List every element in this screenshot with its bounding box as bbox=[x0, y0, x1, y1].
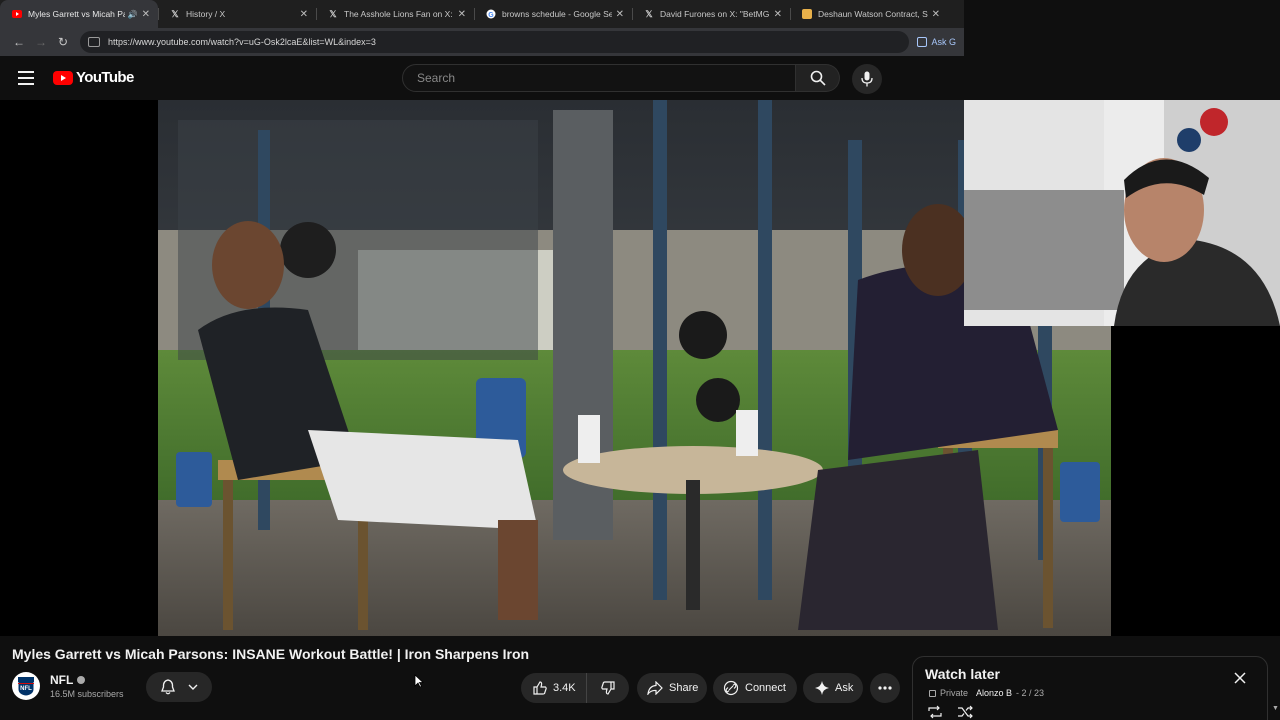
close-icon bbox=[1234, 672, 1246, 684]
channel-avatar[interactable]: NFL bbox=[12, 672, 40, 700]
reload-icon[interactable]: ↻ bbox=[52, 31, 74, 53]
browser-tab-youtube[interactable]: Myles Garrett vs Micah Par 🔊 ✕ bbox=[0, 0, 158, 28]
youtube-wordmark: YouTube bbox=[76, 69, 134, 86]
url-text: https://www.youtube.com/watch?v=uG-Osk2l… bbox=[108, 37, 376, 47]
close-tab-icon[interactable]: ✕ bbox=[142, 9, 150, 20]
close-tab-icon[interactable]: ✕ bbox=[774, 9, 782, 20]
playlist-meta: Private Alonzo B - 2 / 23 bbox=[929, 688, 1044, 698]
nfl-logo-icon: NFL bbox=[17, 676, 35, 697]
like-button[interactable]: 3.4K bbox=[521, 673, 587, 703]
x-icon: 𝕏 bbox=[645, 8, 653, 19]
site-info-icon[interactable] bbox=[88, 37, 100, 47]
browser-tab-history[interactable]: 𝕏 History / X ✕ bbox=[158, 0, 316, 28]
loop-icon[interactable] bbox=[927, 705, 943, 719]
address-bar[interactable]: https://www.youtube.com/watch?v=uG-Osk2l… bbox=[80, 31, 910, 53]
bell-icon bbox=[160, 679, 175, 695]
connect-label: Connect bbox=[745, 682, 786, 694]
browser-tab-david-furones[interactable]: 𝕏 David Furones on X: "BetMGM ✕ bbox=[632, 0, 790, 28]
gemini-icon bbox=[917, 37, 928, 47]
search-input[interactable]: Search bbox=[402, 64, 796, 92]
tab-title: History / X bbox=[186, 9, 226, 19]
youtube-play-icon bbox=[53, 70, 73, 85]
playlist-privacy: Private bbox=[940, 688, 969, 698]
thumbs-up-icon bbox=[533, 681, 547, 695]
connect-button[interactable]: Connect bbox=[713, 673, 797, 703]
back-icon[interactable]: ← bbox=[8, 31, 30, 53]
webcam-image bbox=[964, 100, 1280, 326]
ask-gemini-button[interactable]: Ask G bbox=[917, 32, 956, 52]
chevron-down-icon bbox=[188, 684, 197, 690]
x-icon: 𝕏 bbox=[329, 8, 337, 19]
channel-name[interactable]: NFL bbox=[50, 673, 73, 687]
playlist-position: - 2 / 23 bbox=[1016, 688, 1045, 698]
youtube-header: YouTube Search bbox=[0, 56, 964, 100]
shuffle-icon[interactable] bbox=[957, 705, 973, 719]
verified-icon bbox=[77, 676, 86, 684]
video-player[interactable] bbox=[0, 100, 1280, 636]
ask-label: Ask bbox=[835, 682, 854, 694]
menu-icon[interactable] bbox=[18, 71, 34, 85]
search-button[interactable] bbox=[796, 64, 840, 92]
notification-bell-button[interactable] bbox=[146, 672, 212, 702]
page-scrollbar[interactable]: ▼ bbox=[1270, 636, 1280, 720]
playlist-title[interactable]: Watch later bbox=[925, 666, 1000, 682]
tab-title: David Furones on X: "BetMGM bbox=[660, 9, 770, 19]
forward-icon[interactable]: → bbox=[30, 31, 52, 53]
like-dislike-group: 3.4K bbox=[521, 673, 629, 703]
browser-tab-strip: Myles Garrett vs Micah Par 🔊 ✕ 𝕏 History… bbox=[0, 0, 964, 28]
microphone-icon bbox=[861, 71, 873, 87]
like-count: 3.4K bbox=[553, 682, 576, 694]
browser-tab-google-search[interactable]: G browns schedule - Google Sear ✕ bbox=[474, 0, 632, 28]
thumbs-down-icon bbox=[601, 681, 615, 695]
connect-icon bbox=[723, 680, 739, 696]
tab-title: Myles Garrett vs Micah Par bbox=[28, 9, 125, 19]
search-icon bbox=[810, 70, 826, 86]
channel-info: NFL NFL 16.5M subscribers bbox=[12, 672, 124, 700]
tab-title: Deshaun Watson Contract, Sala bbox=[818, 9, 928, 19]
close-playlist-button[interactable] bbox=[1233, 671, 1247, 685]
watch-later-panel: Watch later Private Alonzo B - 2 / 23 bbox=[912, 656, 1268, 720]
x-icon: 𝕏 bbox=[171, 8, 179, 19]
browser-toolbar: ← → ↻ https://www.youtube.com/watch?v=uG… bbox=[0, 28, 964, 56]
tab-title: The Asshole Lions Fan on X: "ht bbox=[344, 9, 454, 19]
webcam-overlay bbox=[964, 100, 1280, 326]
close-tab-icon[interactable]: ✕ bbox=[616, 9, 624, 20]
share-button[interactable]: Share bbox=[637, 673, 707, 703]
svg-text:NFL: NFL bbox=[20, 686, 32, 692]
browser-tab-deshaun-watson[interactable]: Deshaun Watson Contract, Sala ✕ bbox=[790, 0, 948, 28]
ask-button[interactable]: Ask bbox=[803, 673, 863, 703]
youtube-logo[interactable]: YouTube bbox=[53, 69, 134, 86]
scroll-down-icon[interactable]: ▼ bbox=[1272, 705, 1279, 712]
spotrac-icon bbox=[802, 9, 812, 19]
speaker-icon[interactable]: 🔊 bbox=[128, 10, 138, 19]
close-tab-icon[interactable]: ✕ bbox=[458, 9, 466, 20]
ask-gemini-label: Ask G bbox=[931, 37, 956, 47]
tab-title: browns schedule - Google Sear bbox=[502, 9, 612, 19]
subscriber-count: 16.5M subscribers bbox=[50, 689, 124, 699]
playlist-owner[interactable]: Alonzo B bbox=[976, 688, 1012, 698]
voice-search-button[interactable] bbox=[852, 64, 882, 94]
browser-tab-lions-fan[interactable]: 𝕏 The Asshole Lions Fan on X: "ht ✕ bbox=[316, 0, 474, 28]
more-actions-button[interactable] bbox=[870, 673, 900, 703]
dislike-button[interactable] bbox=[587, 681, 629, 695]
share-icon bbox=[647, 681, 663, 695]
google-icon: G bbox=[486, 9, 496, 19]
mouse-cursor-icon bbox=[414, 674, 424, 688]
svg-text:G: G bbox=[488, 12, 494, 19]
lock-icon bbox=[929, 689, 936, 697]
share-label: Share bbox=[669, 682, 699, 694]
close-tab-icon[interactable]: ✕ bbox=[932, 9, 940, 20]
video-title: Myles Garrett vs Micah Parsons: INSANE W… bbox=[12, 646, 530, 662]
youtube-icon bbox=[12, 9, 22, 19]
close-tab-icon[interactable]: ✕ bbox=[300, 9, 308, 20]
sparkle-icon bbox=[815, 681, 829, 695]
more-horizontal-icon bbox=[878, 686, 892, 690]
